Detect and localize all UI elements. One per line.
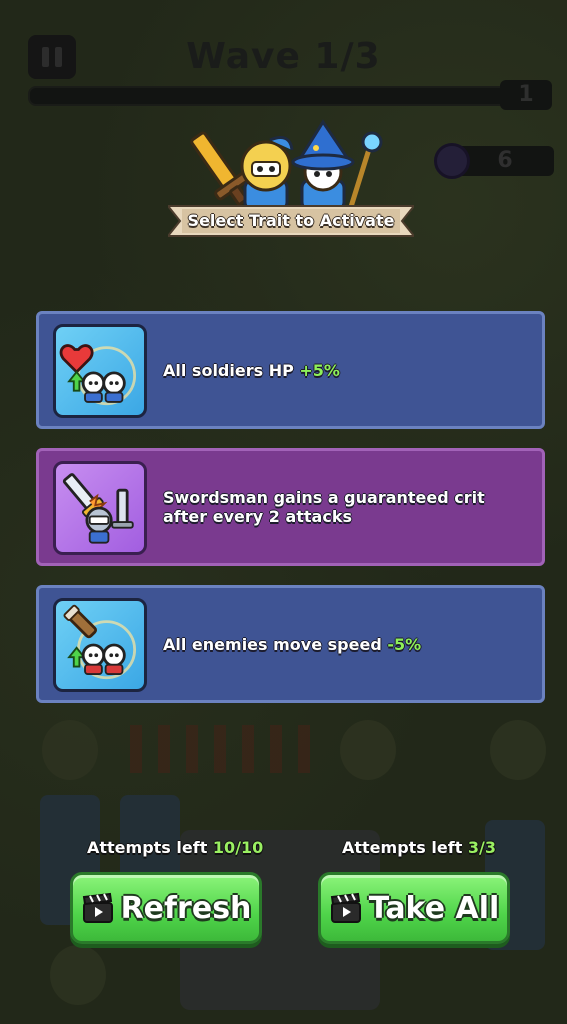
trait-value: +5% xyxy=(299,360,340,380)
tree-icon xyxy=(490,720,546,780)
trait-card-soldier-hp[interactable]: All soldiers HP +5% xyxy=(36,311,545,429)
gem-count: 6 xyxy=(497,148,513,173)
heart-soldiers-icon xyxy=(53,324,147,418)
take-all-attempts-label: Attempts left 3/3 xyxy=(342,838,497,857)
gem-icon xyxy=(434,143,470,179)
video-ad-icon xyxy=(82,892,113,923)
swordsman-crit-icon xyxy=(53,461,147,555)
wave-title: Wave 1/3 xyxy=(186,36,381,77)
trait-description: All soldiers HP +5% xyxy=(163,360,340,380)
trait-value: -5% xyxy=(387,634,422,654)
trait-card-enemy-speed[interactable]: All enemies move speed -5% xyxy=(36,585,545,703)
fence xyxy=(130,725,310,773)
refresh-attempts-label: Attempts left 10/10 xyxy=(87,838,264,857)
take-all-button[interactable]: Take All xyxy=(318,872,510,944)
wave-count: 1 xyxy=(500,80,552,110)
refresh-button[interactable]: Refresh xyxy=(70,872,262,944)
video-ad-icon xyxy=(330,892,361,923)
tree-icon xyxy=(42,720,98,780)
trait-description: All enemies move speed -5% xyxy=(163,634,422,654)
wave-progress-bar xyxy=(28,86,512,106)
tree-icon xyxy=(340,720,396,780)
select-trait-title: Select Trait to Activate xyxy=(187,211,395,230)
trait-description: Swordsman gains a guaranteed crit after … xyxy=(163,488,485,526)
enemy-slow-icon xyxy=(53,598,147,692)
trait-card-swordsman-crit[interactable]: Swordsman gains a guaranteed crit after … xyxy=(36,448,545,566)
tree-icon xyxy=(50,945,106,1005)
